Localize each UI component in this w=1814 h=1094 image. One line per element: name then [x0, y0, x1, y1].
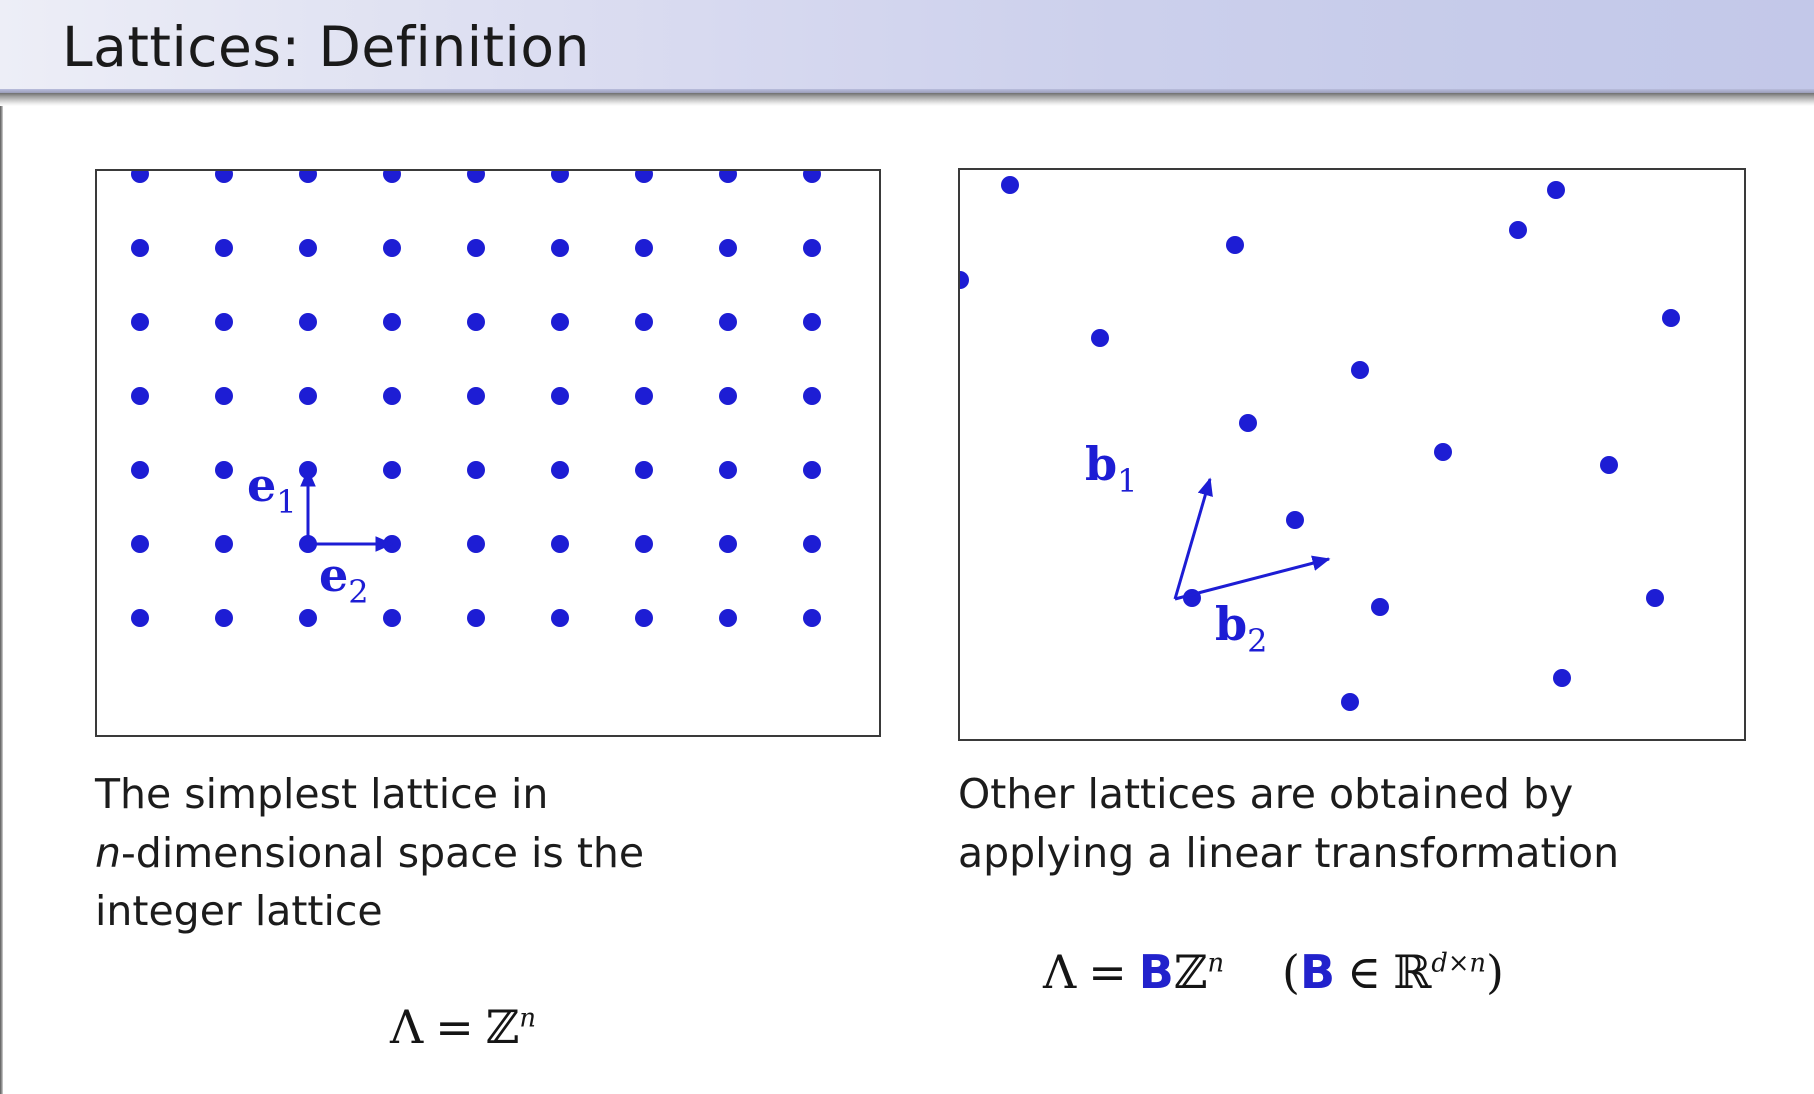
formula-right-basis: B: [1138, 945, 1174, 999]
header-shadow: [0, 93, 1814, 106]
vector-label-b1: b1: [1085, 437, 1138, 500]
page-title: Lattices: Definition: [62, 14, 590, 79]
general-lattice-formula: Λ = Bℤn (B ∈ ℝd×n): [1043, 945, 1504, 999]
caption-left-line-3: integer lattice: [95, 887, 383, 936]
formula-right-exponent-2: d×n: [1431, 949, 1486, 979]
integer-lattice-figure: e1 e2: [95, 169, 881, 737]
caption-left-line-1: The simplest lattice in: [95, 770, 549, 818]
formula-right-lambda: Λ: [1043, 945, 1077, 999]
general-lattice-plot: b1 b2: [960, 176, 1680, 711]
formula-left-exponent: n: [519, 1003, 536, 1034]
general-lattice-caption: Other lattices are obtained by applying …: [958, 765, 1748, 882]
formula-right-basis-2: B: [1299, 945, 1336, 999]
formula-left-integers: ℤ: [485, 1000, 520, 1054]
formula-left-lambda: Λ: [390, 1000, 424, 1054]
integer-lattice-caption: The simplest lattice in n-dimensional sp…: [95, 765, 835, 941]
caption-left-line-2-rest: -dimensional space is the: [121, 828, 645, 877]
integer-lattice-plot: e1 e2: [131, 171, 821, 627]
formula-right-reals: ℝ: [1393, 945, 1432, 999]
formula-right-member: ∈: [1347, 945, 1382, 999]
slide-left-edge: [0, 0, 3, 1094]
exponent-d: d: [1431, 948, 1448, 979]
caption-left-line-2: n-dimensional space is the: [95, 824, 835, 883]
vector-label-e1: e1: [247, 458, 297, 521]
integer-lattice-formula: Λ = ℤn: [390, 1000, 536, 1054]
formula-right-equals: =: [1088, 945, 1127, 999]
exponent-n: n: [1469, 948, 1486, 979]
slide-header-bar: Lattices: Definition: [0, 0, 1814, 93]
formula-right-integers: ℤ: [1173, 945, 1208, 999]
formula-right-paren-open: (: [1282, 945, 1300, 999]
formula-left-equals: =: [435, 1000, 474, 1054]
formula-right-paren-close: ): [1486, 945, 1504, 999]
general-lattice-figure: b1 b2: [958, 168, 1746, 741]
slide-canvas: Lattices: Definition e1 e2 b1 b2 The simpl…: [0, 0, 1814, 1094]
caption-italic-n: n: [95, 828, 121, 877]
vector-label-e2: e2: [319, 548, 369, 611]
exponent-times: ×: [1447, 948, 1470, 979]
vector-label-b2: b2: [1215, 597, 1268, 660]
formula-right-exponent: n: [1207, 948, 1225, 979]
caption-right-line-2: applying a linear transformation: [958, 828, 1620, 877]
caption-right-line-1: Other lattices are obtained by: [958, 770, 1574, 818]
